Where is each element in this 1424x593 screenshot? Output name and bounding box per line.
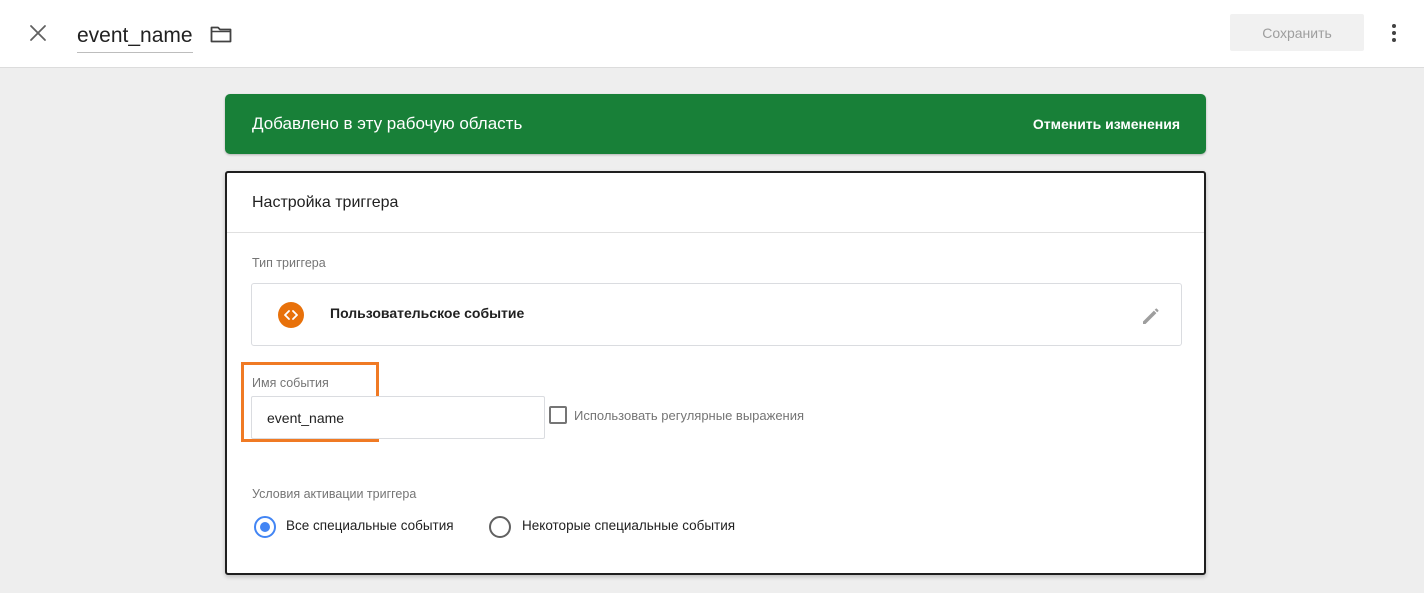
radio-some-events[interactable] bbox=[489, 516, 511, 538]
regex-checkbox-label: Использовать регулярные выражения bbox=[574, 408, 805, 423]
radio-all-events[interactable] bbox=[254, 516, 276, 538]
trigger-type-label: Тип триггера bbox=[252, 256, 326, 270]
radio-selected-dot bbox=[260, 522, 270, 532]
revert-changes-button[interactable]: Отменить изменения bbox=[1033, 116, 1180, 132]
trigger-type-selector[interactable]: Пользовательское событие bbox=[251, 283, 1182, 346]
trigger-name: event_name bbox=[77, 23, 193, 47]
firing-conditions-label: Условия активации триггера bbox=[252, 487, 417, 501]
close-icon bbox=[30, 25, 46, 41]
trigger-name-field[interactable]: event_name bbox=[77, 19, 193, 53]
event-name-label: Имя события bbox=[252, 376, 329, 390]
save-button[interactable]: Сохранить bbox=[1230, 14, 1364, 51]
radio-all-events-label: Все специальные события bbox=[286, 518, 454, 533]
radio-some-events-label: Некоторые специальные события bbox=[522, 518, 736, 533]
event-name-input[interactable] bbox=[251, 396, 545, 439]
folder-button[interactable] bbox=[208, 22, 234, 46]
regex-checkbox[interactable] bbox=[549, 406, 567, 424]
top-bar: event_name Сохранить bbox=[0, 0, 1424, 68]
more-button[interactable] bbox=[1382, 18, 1406, 48]
more-vert-icon bbox=[1392, 24, 1396, 42]
trigger-configuration-card: Настройка триггера Тип триггера Пользова… bbox=[225, 171, 1206, 575]
card-header: Настройка триггера bbox=[227, 173, 1204, 233]
banner-message: Добавлено в эту рабочую область bbox=[252, 114, 523, 133]
pencil-icon[interactable] bbox=[1139, 304, 1163, 328]
folder-icon bbox=[210, 26, 232, 43]
close-button[interactable] bbox=[24, 19, 52, 47]
custom-event-icon bbox=[278, 302, 304, 328]
trigger-type-value: Пользовательское событие bbox=[330, 305, 525, 321]
workspace-banner: Добавлено в эту рабочую область Отменить… bbox=[225, 94, 1206, 154]
card-title: Настройка триггера bbox=[252, 193, 399, 211]
